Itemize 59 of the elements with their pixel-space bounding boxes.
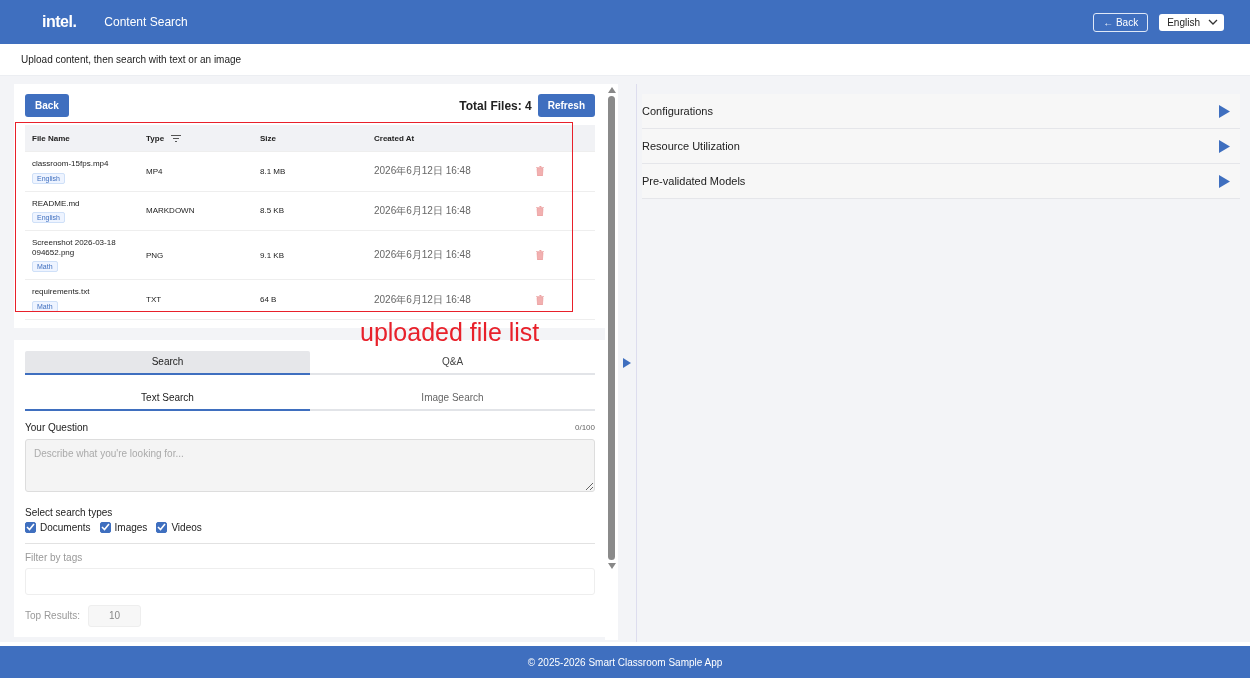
accordion-item[interactable]: Resource Utilization	[642, 129, 1240, 164]
chevron-down-icon	[1208, 19, 1218, 25]
file-name: Screenshot 2026-03-18 094652.png	[32, 238, 117, 258]
question-label: Your Question	[25, 421, 88, 433]
column-header[interactable]: File Name	[32, 133, 70, 143]
accordion-item[interactable]: Pre-validated Models	[642, 164, 1240, 199]
table-cell-text: TXT	[145, 294, 163, 307]
table-cell-text: 64 B	[259, 294, 278, 307]
top-results-label: Top Results:	[25, 610, 81, 622]
table-cell-text: 8.1 MB	[259, 165, 287, 178]
table-cell-text: PNG	[145, 249, 165, 262]
table-cell-text: 2026年6月12日 16:48	[373, 248, 472, 263]
checkbox-label[interactable]: Images	[114, 521, 148, 533]
refresh-button[interactable]: Refresh	[537, 94, 595, 117]
table-cell-text: 8.5 KB	[259, 205, 285, 218]
top-results-field[interactable]: 10	[88, 604, 142, 627]
checkbox-label[interactable]: Videos	[171, 521, 202, 533]
trash-icon[interactable]	[535, 166, 544, 177]
search-types-label: Select search types	[25, 506, 114, 518]
filter-icon[interactable]	[171, 134, 182, 142]
checkbox[interactable]	[25, 521, 36, 533]
checkbox[interactable]	[99, 521, 111, 533]
scroll-up-icon[interactable]	[607, 87, 616, 93]
footer-text: © 2025-2026 Smart Classroom Sample App	[527, 656, 723, 668]
table-cell-text: MP4	[145, 165, 164, 178]
tags-label: Filter by tags	[25, 551, 84, 563]
expand-panel-icon[interactable]	[623, 358, 631, 368]
file-name: README.md	[32, 198, 80, 209]
file-name: classroom-15fps.mp4	[32, 159, 109, 169]
trash-icon[interactable]	[535, 250, 544, 261]
table-cell-text: 9.1 KB	[259, 249, 285, 262]
mode-tab[interactable]: Search	[25, 350, 310, 375]
character-counter: 0/100	[574, 422, 595, 432]
trash-icon[interactable]	[535, 205, 544, 216]
app-title: Content Search	[104, 15, 188, 29]
column-header[interactable]: Type	[146, 133, 165, 143]
trash-icon[interactable]	[535, 294, 544, 305]
search-tab[interactable]: Text Search	[25, 386, 310, 411]
checkbox-label[interactable]: Documents	[40, 521, 91, 533]
back-button[interactable]: ← Back	[1093, 12, 1149, 32]
logo: intel.	[42, 13, 77, 31]
scroll-down-icon[interactable]	[607, 563, 616, 569]
search-tab[interactable]: Image Search	[310, 386, 595, 411]
annotation-label: uploaded file list	[360, 318, 540, 347]
accordion-item[interactable]: Configurations	[642, 94, 1240, 129]
question-field[interactable]: Describe what you're looking for...	[25, 438, 595, 492]
language-select[interactable]: English	[1159, 13, 1224, 31]
table-cell-text: 2026年6月12日 16:48	[373, 164, 472, 179]
column-header[interactable]: Size	[260, 133, 276, 143]
total-files: Total Files: 4	[459, 98, 532, 113]
back-button[interactable]: Back	[25, 94, 69, 117]
table-cell-text: MARKDOWN	[145, 205, 196, 218]
file-name: requirements.txt	[32, 287, 90, 297]
checkbox[interactable]	[156, 521, 168, 533]
column-header[interactable]: Created At	[374, 133, 415, 143]
mode-tab[interactable]: Q&A	[310, 350, 595, 375]
table-cell-text: 2026年6月12日 16:48	[373, 292, 472, 307]
table-cell-text: 2026年6月12日 16:48	[373, 203, 472, 218]
page-subtitle: Upload content, then search with text or an image	[21, 54, 242, 65]
